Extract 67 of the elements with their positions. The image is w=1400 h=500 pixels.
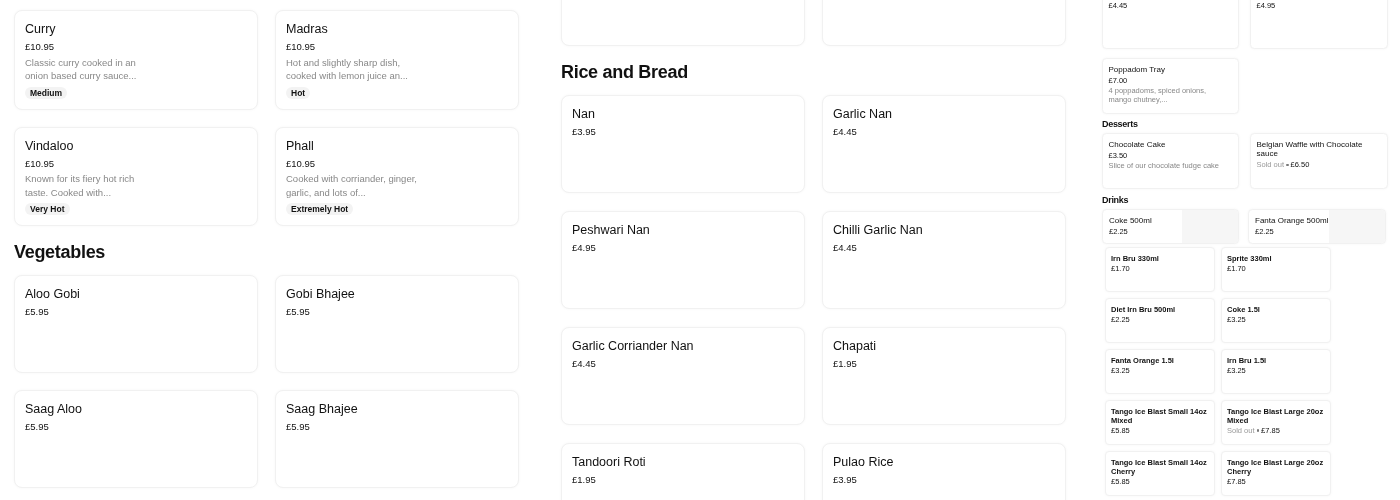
item-name: Gobi Bhajee [286, 286, 355, 304]
item-name: Madras [286, 21, 328, 38]
item-price: £5.95 [286, 421, 310, 434]
item-name: Peshwari Nan [572, 222, 650, 239]
item-name: Garlic Nan [833, 106, 893, 123]
item-price: £10.95 [286, 157, 316, 170]
item-price: £3.95 [833, 473, 857, 486]
section-heading: Drinks [1102, 195, 1130, 205]
item-name: Saag Aloo [25, 401, 82, 419]
card-background[interactable]: Phall £10.95 Cooked with corriander, ginger, garlic, and lots of... Extremely Hot [275, 126, 519, 227]
item-price: £3.95 [572, 125, 596, 138]
item-price: £5.95 [286, 306, 310, 319]
separator-dot-icon [1256, 429, 1260, 432]
item-price: £4.45 [572, 357, 596, 370]
item-price: £10.95 [25, 157, 55, 170]
card-background[interactable]: Curry £10.95 Classic curry cooked in an onion based curry sauce... Medium [14, 10, 258, 110]
spice-tag: Very Hot [25, 203, 70, 216]
item-price: £5.95 [25, 306, 49, 319]
item-name: Chapati [833, 338, 877, 355]
item-price: £1.95 [833, 357, 857, 370]
spice-tag: Extremely Hot [286, 203, 354, 216]
item-name: Poppadom Tray [1108, 64, 1165, 75]
card-background[interactable]: Chapati £1.95 [822, 327, 1066, 425]
item-price: £4.45 [833, 125, 857, 138]
section-heading: Vegetables [14, 242, 107, 264]
spice-tag: Medium [25, 86, 68, 99]
card-background[interactable]: Vindaloo £10.95 Known for its fiery hot rich taste. Cooked with... Very Hot [14, 126, 258, 227]
item-name: Tandoori Roti [572, 454, 646, 471]
item-name: Aloo Gobi [25, 286, 80, 304]
card-background[interactable]: Nan £3.95 [561, 95, 805, 193]
item-name: Vindaloo [25, 137, 74, 155]
spice-tag: Hot [286, 86, 311, 99]
item-name: Garlic Corriander Nan [572, 338, 694, 355]
item-description: Known for its fiery hot rich taste. Cooked with... [25, 172, 136, 200]
item-price: £5.95 [25, 421, 49, 434]
item-name: Coke 500ml [1109, 216, 1152, 226]
card-background[interactable]: Gobi Bhajee £5.95 [275, 275, 519, 374]
item-price: £4.45 [833, 241, 857, 254]
item-name: Pulao Rice [833, 454, 894, 471]
item-description: Cooked with corriander, ginger, garlic, and lots of... [286, 172, 418, 200]
card-background[interactable]: Aloo Gobi £5.95 [14, 275, 258, 374]
item-description: Classic curry cooked in an onion based curry sauce... [25, 55, 138, 83]
item-price: £10.95 [25, 40, 55, 53]
item-price: £4.95 [572, 241, 596, 254]
card-background[interactable]: Saag Aloo £5.95 [14, 390, 258, 489]
item-name: Curry [25, 21, 56, 38]
item-price: £1.95 [572, 473, 596, 486]
card-background[interactable]: Chilli Garlic Nan £4.45 [822, 211, 1066, 309]
item-name: Fanta Orange 500ml [1255, 216, 1329, 226]
item-price: £10.95 [286, 40, 316, 53]
item-name: Belgian Waffle with Chocolate sauce [1256, 139, 1364, 159]
item-name: Phall [286, 137, 314, 155]
item-name: Saag Bhajee [286, 401, 358, 419]
card-background[interactable]: Garlic Nan £4.45 [822, 95, 1066, 193]
item-description: Hot and slightly sharp dish, cooked with lemon juice an... [286, 55, 409, 83]
card-background[interactable]: Pulao Rice £3.95 [822, 443, 1066, 500]
card-background[interactable]: Peshwari Nan £4.95 [561, 211, 805, 309]
card-background[interactable]: Tandoori Roti £1.95 [561, 443, 805, 500]
card-background[interactable]: Garlic Corriander Nan £4.45 [561, 327, 805, 425]
section-heading: Rice and Bread [561, 62, 689, 83]
card-background[interactable]: Madras £10.95 Hot and slightly sharp dish, cooked with lemon juice an... Hot [275, 10, 519, 110]
item-name: Chilli Garlic Nan [833, 222, 923, 239]
section-heading: Desserts [1102, 119, 1139, 129]
separator-dot-icon [1286, 163, 1289, 167]
card-background[interactable]: Saag Bhajee £5.95 [275, 390, 519, 489]
item-name: Chocolate Cake [1108, 139, 1166, 150]
item-name: Nan [572, 106, 595, 123]
